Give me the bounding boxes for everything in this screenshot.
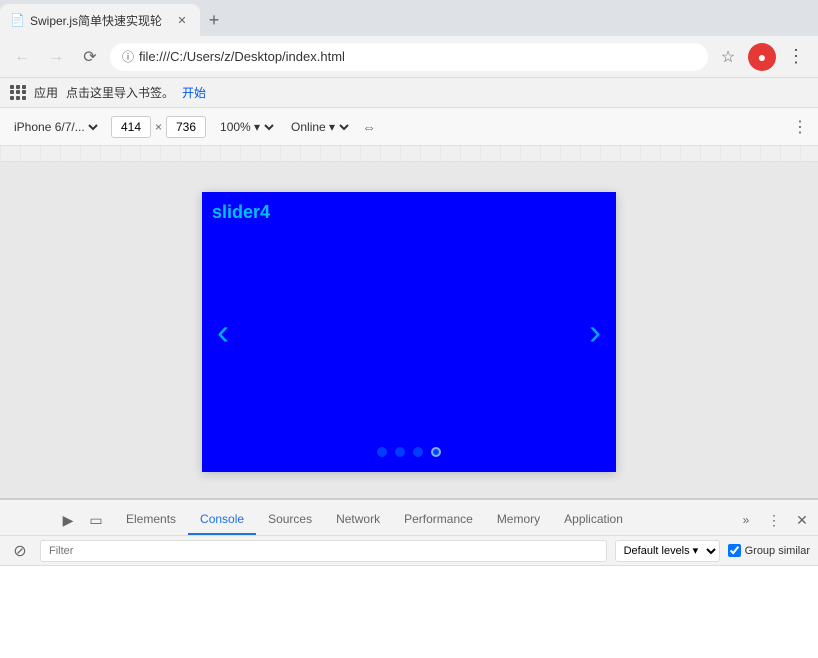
device-toolbar: iPhone 6/7/... × 100% ▾ Online ▾ ⇔ ⋮ [0,108,818,146]
device-mode-button[interactable]: ▭ [84,508,108,532]
address-field[interactable] [139,43,696,71]
tab-bar: 📄 Swiper.js简单快速实现轮 ✕ + [0,0,818,36]
filter-input[interactable] [40,540,607,562]
devtools-tabs: ▶ ▭ Elements Console Sources Network Per… [0,500,818,536]
dot-4[interactable] [431,447,441,457]
dot-2[interactable] [395,447,405,457]
tab-application[interactable]: Application [552,505,635,535]
devtools-left-icons: ▶ ▭ [50,508,114,535]
tab-console[interactable]: Console [188,505,256,535]
tab-favicon: 📄 [10,13,24,27]
phone-viewport: slider4 ‹ › [202,192,616,472]
network-select[interactable]: Online ▾ [287,119,352,135]
more-tabs-button[interactable]: » [734,508,758,532]
back-button[interactable]: ← [8,43,36,71]
devtools-toolbar: ⊘ Default levels ▾ Group similar [0,536,818,566]
devtools-icons: » ⋮ ✕ [734,508,818,535]
dimension-separator: × [155,120,162,134]
inspect-element-button[interactable]: ▶ [56,508,80,532]
settings-button[interactable]: ⋮ [762,508,786,532]
group-similar-checkbox[interactable] [728,544,741,557]
bookmark-star-button[interactable]: ☆ [714,43,742,71]
devtools-content [0,566,818,658]
slider-label: slider4 [212,202,270,223]
clear-console-button[interactable]: ⊘ [8,539,32,563]
apps-label: 应用 [34,84,58,101]
slider-prev-button[interactable]: ‹ [217,311,229,353]
dimension-box: × [111,116,206,138]
bookmark-prompt: 点击这里导入书签。 [66,84,174,101]
bookmarks-bar: 应用 点击这里导入书签。 开始 [0,78,818,108]
width-input[interactable] [111,116,151,138]
devtools-panel: ▶ ▭ Elements Console Sources Network Per… [0,498,818,658]
group-similar-checkbox-group: Group similar [728,544,810,557]
device-select[interactable]: iPhone 6/7/... [10,119,101,135]
slider-container: slider4 ‹ › [202,192,616,472]
new-tab-button[interactable]: + [200,6,228,34]
ruler [0,146,818,162]
dot-1[interactable] [377,447,387,457]
slider-next-button[interactable]: › [589,311,601,353]
tab-sources[interactable]: Sources [256,505,324,535]
forward-button[interactable]: → [42,43,70,71]
rotate-icon[interactable]: ⇔ [362,119,376,135]
zoom-select[interactable]: 100% ▾ [216,119,277,135]
ruler-horizontal [0,146,818,161]
reload-button[interactable]: ⟳ [76,43,104,71]
slider-dots [377,447,441,457]
security-icon: ⓘ [122,48,134,65]
bookmark-link[interactable]: 开始 [182,84,206,101]
tab-close-button[interactable]: ✕ [174,12,190,28]
menu-button[interactable]: ⋮ [782,43,810,71]
height-input[interactable] [166,116,206,138]
viewport: slider4 ‹ › [0,162,818,498]
tab-network[interactable]: Network [324,505,392,535]
address-bar: ← → ⟳ ⓘ ☆ ● ⋮ [0,36,818,78]
log-level-select[interactable]: Default levels ▾ [615,540,720,562]
tab-memory[interactable]: Memory [485,505,552,535]
browser-frame: 📄 Swiper.js简单快速实现轮 ✕ + ← → ⟳ ⓘ ☆ ● ⋮ 应用 … [0,0,818,658]
tab-title: Swiper.js简单快速实现轮 [30,12,168,29]
address-input-container[interactable]: ⓘ [110,43,708,71]
more-options-button[interactable]: ⋮ [792,117,808,137]
close-devtools-button[interactable]: ✕ [790,508,814,532]
tab-elements[interactable]: Elements [114,505,188,535]
apps-icon [10,85,30,101]
apps-button[interactable]: 应用 [10,84,58,101]
group-similar-label: Group similar [745,545,810,557]
dot-3[interactable] [413,447,423,457]
active-tab[interactable]: 📄 Swiper.js简单快速实现轮 ✕ [0,4,200,36]
tab-performance[interactable]: Performance [392,505,485,535]
account-button[interactable]: ● [748,43,776,71]
